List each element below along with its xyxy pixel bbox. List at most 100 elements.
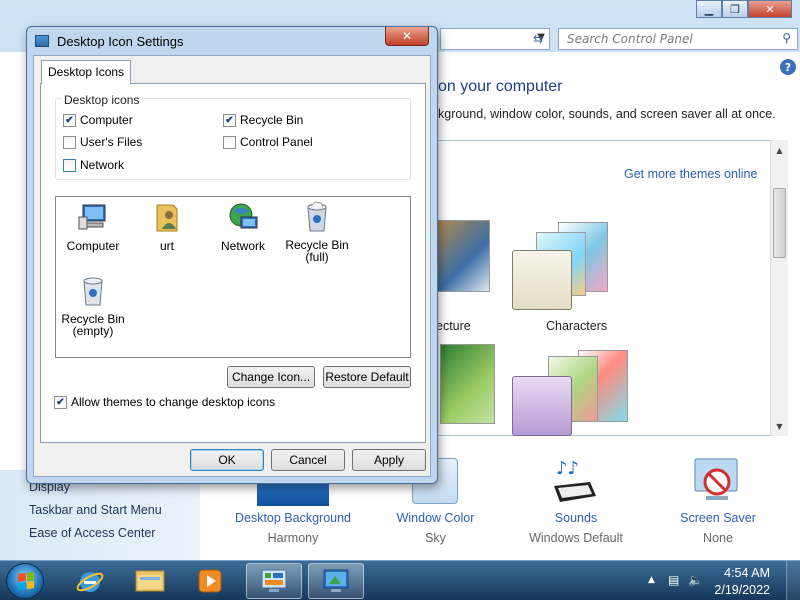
dialog-title: Desktop Icon Settings xyxy=(57,34,184,49)
checkbox-label: Network xyxy=(80,158,125,172)
icon-label: Computer xyxy=(66,239,120,253)
restore-default-button[interactable]: Restore Default xyxy=(323,366,411,388)
search-icon[interactable]: ⚲ xyxy=(782,31,791,45)
recycle-bin-full-icon xyxy=(301,201,333,233)
checkbox-computer[interactable]: ✔ Computer xyxy=(63,113,133,127)
clock-time[interactable]: 4:54 AM xyxy=(724,566,770,580)
page-subheading: kground, window color, sounds, and scree… xyxy=(438,107,776,121)
checkbox-control-panel[interactable]: Control Panel xyxy=(223,135,313,149)
page-heading: on your computer xyxy=(438,78,563,95)
checkbox-label: Control Panel xyxy=(240,135,313,149)
taskbar-control-panel[interactable] xyxy=(246,563,302,599)
checkbox-users-files[interactable]: User's Files xyxy=(63,135,142,149)
taskbar-media-player[interactable] xyxy=(182,563,238,599)
checkbox-box[interactable] xyxy=(223,135,236,149)
theme-label-characters: Characters xyxy=(546,319,608,333)
desktop-icon-settings-icon xyxy=(323,569,349,592)
checkbox-network[interactable]: Network xyxy=(63,158,124,172)
folder-icon xyxy=(135,570,165,592)
clock-date[interactable]: 2/19/2022 xyxy=(714,583,770,597)
sidebar-link-taskbar[interactable]: Taskbar and Start Menu xyxy=(29,503,162,517)
scroll-down-icon[interactable]: ▼ xyxy=(771,418,788,434)
taskbar-desktop-icon-settings[interactable] xyxy=(308,563,364,599)
icon-item-recycle-bin-empty[interactable]: Recycle Bin (empty) xyxy=(58,275,128,337)
window-close-button[interactable]: ✕ xyxy=(748,0,792,18)
scroll-up-icon[interactable]: ▲ xyxy=(771,142,788,158)
checkbox-allow-themes[interactable]: ✔ Allow themes to change desktop icons xyxy=(54,395,275,409)
search-input[interactable]: Search Control Panel ⚲ xyxy=(558,28,798,50)
checkbox-box[interactable] xyxy=(63,135,76,149)
cancel-button[interactable]: Cancel xyxy=(271,449,345,471)
start-button[interactable] xyxy=(6,563,44,599)
screen-saver-link[interactable]: Screen Saver xyxy=(668,511,768,525)
user-folder-icon xyxy=(151,201,183,233)
screen-saver-icon[interactable] xyxy=(692,456,742,506)
ok-button[interactable]: OK xyxy=(190,449,264,471)
taskbar-internet-explorer[interactable] xyxy=(62,563,118,599)
minimize-button[interactable]: ▁ xyxy=(696,0,722,18)
help-icon[interactable]: ? xyxy=(780,59,796,75)
icon-preview-list: Computer urt Network Recycle Bin (full) … xyxy=(55,196,411,358)
theme-scrollbar[interactable]: ▲ ▼ xyxy=(770,140,788,436)
checkbox-box[interactable] xyxy=(63,158,76,172)
tab-desktop-icons[interactable]: Desktop Icons xyxy=(41,60,132,84)
svg-text:♪♪: ♪♪ xyxy=(556,458,579,479)
dialog-close-button[interactable]: ✕ xyxy=(385,27,429,46)
window-color-item[interactable]: Window Color Sky xyxy=(378,511,493,545)
checkbox-label: Recycle Bin xyxy=(240,113,304,127)
icon-item-computer[interactable]: Computer xyxy=(58,201,128,253)
recycle-bin-empty-icon xyxy=(77,275,109,307)
window-controls: ▁ ❐ ✕ xyxy=(696,0,792,18)
desktop-icon-settings-dialog: Desktop Icon Settings ✕ Desktop Icons De… xyxy=(26,26,438,484)
refresh-icon[interactable]: ⇆ xyxy=(526,28,550,50)
theme-card xyxy=(440,344,495,424)
get-more-themes-link[interactable]: Get more themes online xyxy=(624,167,757,181)
sounds-link[interactable]: Sounds xyxy=(520,511,632,525)
network-icon xyxy=(227,201,259,233)
maximize-button[interactable]: ❐ xyxy=(722,0,748,18)
checkbox-label: User's Files xyxy=(80,135,143,149)
internet-explorer-icon xyxy=(76,572,104,592)
checkbox-label: Allow themes to change desktop icons xyxy=(71,395,276,409)
network-status-icon[interactable]: ▤ xyxy=(668,573,679,587)
checkbox-recycle-bin[interactable]: ✔ Recycle Bin xyxy=(223,113,303,127)
checkbox-label: Computer xyxy=(80,113,133,127)
icon-label: Recycle Bin (empty) xyxy=(61,312,125,338)
screen-saver-item[interactable]: Screen Saver None xyxy=(668,511,768,545)
icon-label: Recycle Bin (full) xyxy=(285,238,349,264)
change-icon-button[interactable]: Change Icon... xyxy=(227,366,315,388)
computer-icon xyxy=(77,201,109,233)
icon-item-user-files[interactable]: urt xyxy=(132,201,202,253)
show-hidden-icons-icon[interactable]: ▲ xyxy=(648,575,655,585)
show-desktop-button[interactable] xyxy=(786,561,800,600)
checkbox-checked-icon[interactable]: ✔ xyxy=(63,113,76,127)
volume-icon[interactable]: 🔈 xyxy=(688,573,703,587)
theme-label-architecture: ecture xyxy=(436,319,471,333)
checkbox-checked-icon[interactable]: ✔ xyxy=(223,113,236,127)
window-color-link[interactable]: Window Color xyxy=(378,511,493,525)
sounds-value: Windows Default xyxy=(529,531,623,545)
screen-saver-value: None xyxy=(703,531,733,545)
windows-logo-icon xyxy=(18,572,34,590)
scroll-thumb[interactable] xyxy=(773,188,786,258)
dialog-app-icon xyxy=(35,35,49,47)
theme-card-selected xyxy=(512,376,572,436)
icon-item-network[interactable]: Network xyxy=(208,201,278,253)
icon-item-recycle-bin-full[interactable]: Recycle Bin (full) xyxy=(282,201,352,263)
desktop-background-item[interactable]: Desktop Background Harmony xyxy=(228,511,358,545)
window-titlebar: ▁ ❐ ✕ xyxy=(0,0,800,24)
desktop-background-value: Harmony xyxy=(267,531,319,545)
sounds-icon[interactable]: ♪♪ xyxy=(550,456,600,506)
icon-label: Network xyxy=(220,239,265,253)
sidebar-link-ease-of-access[interactable]: Ease of Access Center xyxy=(29,526,155,540)
taskbar-explorer[interactable] xyxy=(122,563,178,599)
search-placeholder: Search Control Panel xyxy=(567,32,693,46)
sounds-item[interactable]: Sounds Windows Default xyxy=(520,511,632,545)
theme-card xyxy=(432,220,490,292)
desktop-background-link[interactable]: Desktop Background xyxy=(228,511,358,525)
theme-card-selected xyxy=(512,250,572,310)
checkbox-checked-icon[interactable]: ✔ xyxy=(54,395,67,409)
system-tray: ▲ ▤ 🔈 4:54 AM 2/19/2022 xyxy=(630,561,800,600)
taskbar: ▲ ▤ 🔈 4:54 AM 2/19/2022 xyxy=(0,560,800,600)
apply-button[interactable]: Apply xyxy=(352,449,426,471)
